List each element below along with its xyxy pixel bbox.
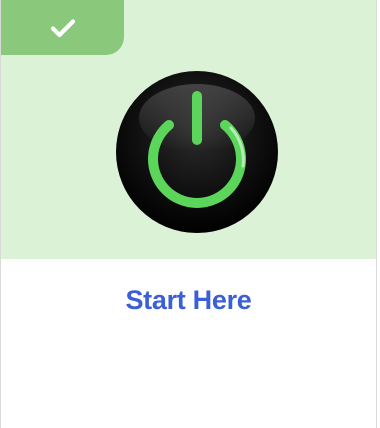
completed-badge (1, 0, 124, 55)
start-here-card[interactable]: Start Here (0, 0, 377, 428)
checkmark-icon (50, 18, 75, 37)
card-title[interactable]: Start Here (1, 285, 376, 316)
power-icon (116, 71, 278, 233)
card-hero-area (1, 0, 376, 259)
